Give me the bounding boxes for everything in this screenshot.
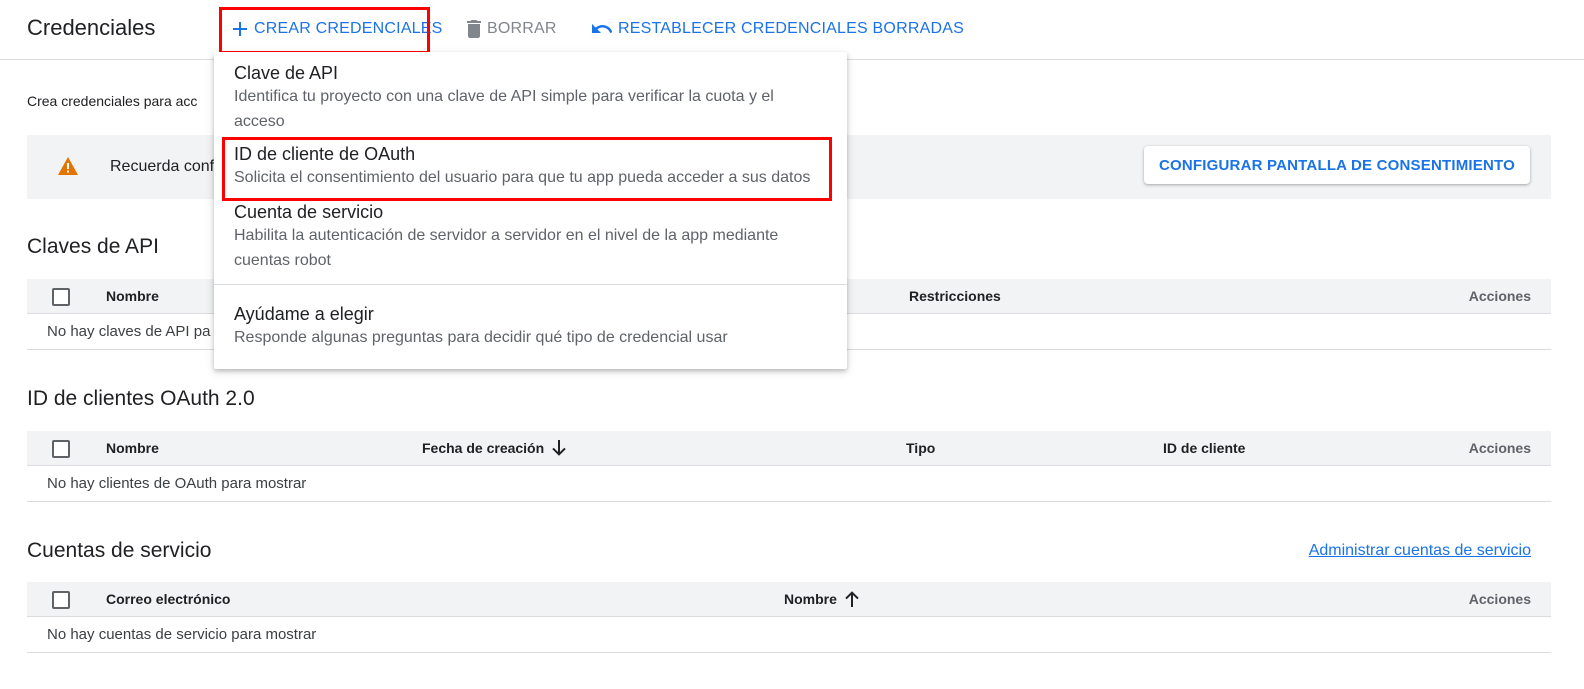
column-actions: Acciones (1468, 591, 1531, 607)
empty-message: No hay claves de API pa (47, 323, 211, 340)
page-title: Credenciales (27, 15, 156, 40)
column-name-label: Nombre (784, 591, 837, 607)
create-credentials-menu: Clave de API Identifica tu proyecto con … (214, 52, 847, 369)
delete-button[interactable]: BORRAR (467, 17, 557, 41)
service-accounts-title: Cuentas de servicio (27, 539, 212, 562)
column-actions: Acciones (1468, 288, 1531, 304)
table-empty-row: No hay cuentas de servicio para mostrar (27, 617, 1551, 653)
column-creation-date[interactable]: Fecha de creación (422, 440, 566, 456)
empty-message: No hay clientes de OAuth para mostrar (47, 475, 307, 492)
api-keys-title: Claves de API (27, 235, 159, 258)
table-header: Correo electrónico Nombre Acciones (27, 582, 1551, 617)
select-all-checkbox[interactable] (52, 288, 70, 306)
menu-item-description: Habilita la autenticación de servidor a … (234, 227, 779, 269)
manage-service-accounts-link[interactable]: Administrar cuentas de servicio (1309, 542, 1531, 560)
column-creation-date-label: Fecha de creación (422, 440, 545, 456)
table-header: Nombre Fecha de creación Tipo ID de clie… (27, 431, 1551, 466)
table-empty-row: No hay clientes de OAuth para mostrar (27, 466, 1551, 502)
menu-item-title: Ayúdame a elegir (234, 304, 374, 324)
delete-label: BORRAR (487, 20, 557, 37)
column-client-id[interactable]: ID de cliente (1163, 440, 1245, 456)
menu-item-description: Responde algunas preguntas para decidir … (234, 329, 728, 346)
oauth-item-highlight (222, 137, 832, 201)
arrow-down-icon (552, 440, 566, 456)
column-name[interactable]: Nombre (106, 288, 159, 304)
undo-icon (592, 23, 612, 35)
oauth-clients-title: ID de clientes OAuth 2.0 (27, 387, 255, 410)
intro-text: Crea credenciales para acc (27, 93, 198, 109)
configure-consent-screen-button[interactable]: CONFIGURAR PANTALLA DE CONSENTIMIENTO (1143, 146, 1530, 184)
menu-divider (214, 284, 847, 285)
create-button-highlight (219, 7, 430, 54)
select-all-checkbox[interactable] (52, 591, 70, 609)
restore-deleted-credentials-button[interactable]: RESTABLECER CREDENCIALES BORRADAS (592, 17, 964, 41)
warning-icon (58, 157, 78, 180)
restore-label: RESTABLECER CREDENCIALES BORRADAS (618, 20, 964, 37)
menu-item-service-account[interactable]: Cuenta de servicio Habilita la autentica… (214, 202, 847, 273)
menu-item-title: Cuenta de servicio (234, 202, 384, 222)
column-name[interactable]: Nombre (106, 440, 159, 456)
banner-text: Recuerda confi (110, 158, 218, 175)
trash-icon (467, 20, 481, 38)
select-all-checkbox[interactable] (52, 440, 70, 458)
menu-item-description: Identifica tu proyecto con una clave de … (234, 88, 774, 130)
arrow-up-icon (845, 591, 859, 607)
column-restrictions[interactable]: Restricciones (909, 288, 1001, 304)
oauth-clients-table: Nombre Fecha de creación Tipo ID de clie… (27, 431, 1551, 502)
menu-item-api-key[interactable]: Clave de API Identifica tu proyecto con … (214, 63, 847, 134)
column-name[interactable]: Nombre (784, 591, 859, 607)
column-email[interactable]: Correo electrónico (106, 591, 230, 607)
menu-item-title: Clave de API (234, 63, 339, 83)
empty-message: No hay cuentas de servicio para mostrar (47, 626, 317, 643)
service-accounts-table: Correo electrónico Nombre Acciones No ha… (27, 582, 1551, 653)
column-type[interactable]: Tipo (906, 440, 935, 456)
column-actions: Acciones (1468, 440, 1531, 456)
menu-item-help-me-choose[interactable]: Ayúdame a elegir Responde algunas pregun… (214, 304, 847, 350)
